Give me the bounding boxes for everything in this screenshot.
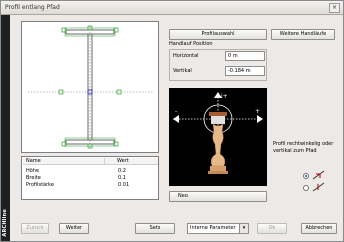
title-bar: Profil entlang Pfad × [1,1,343,15]
svg-text:-: - [175,108,177,115]
dropdown-selected-value: Interne Parameter [190,225,236,231]
orientation-label: Profil rechtwinkelig oder vertikal zum P… [273,141,334,154]
perpendicular-icon [312,170,326,182]
table-header-name[interactable]: Name [23,158,105,165]
horizontal-label: Horizontal [173,53,199,59]
profile-select-button[interactable]: Profilauswahl [169,29,267,40]
table-cell-name: Höhe [26,168,40,174]
rail-3d-preview[interactable]: i+ - + [169,88,267,186]
table-cell-value[interactable]: 0.2 [118,168,126,175]
vertical-label: Vertikal [173,68,192,74]
arrow-left-icon [173,115,179,123]
vertical-input[interactable]: -0.184 m [225,66,265,76]
orientation-option-1-radio[interactable] [303,173,309,179]
orientation-option-2-radio[interactable] [303,185,309,191]
brand-strip: ARCHline [1,15,10,241]
table-cell-name: Profilstärke [26,182,54,188]
ok-button[interactable]: Ok [257,223,287,234]
table-header-value[interactable]: Wert [105,158,158,165]
close-icon[interactable]: × [329,3,340,13]
parameter-table[interactable]: Name Wert Höhe 0.2 Breite 0.1 Profilstär… [21,156,159,200]
dialog-window: Profil entlang Pfad × ARCHline Name Wert… [0,0,344,242]
more-rails-button[interactable]: Weitere Handläufe [271,29,335,40]
caption-label: Neo [178,193,188,199]
handrail-position-label: Handlauf Position [169,41,213,47]
back-button[interactable]: Zurück [21,223,49,234]
svg-text:i+: i+ [221,93,228,100]
table-cell-name: Breite [26,175,41,181]
vertical-orientation-icon [312,182,326,194]
profile-drawing [28,25,154,149]
baluster-drawing: i+ - + [173,92,263,174]
svg-text:+: + [255,108,260,115]
table-cell-value[interactable]: 0.01 [118,182,129,189]
chevron-down-icon[interactable]: ▾ [239,224,248,233]
cancel-button[interactable]: Abbrechen [301,223,337,234]
next-button[interactable]: Weiter [59,223,89,234]
baluster-icon [208,112,228,174]
parameter-set-dropdown[interactable]: Interne Parameter ▾ [187,223,249,234]
table-cell-value[interactable]: 0.1 [118,175,126,182]
horizontal-input[interactable]: 0 m [225,51,265,61]
sets-button[interactable]: Sets [135,223,175,234]
window-title: Profil entlang Pfad [5,4,60,11]
profile-preview[interactable] [21,21,159,153]
arrow-right-icon [257,115,263,123]
brand-label: ARCHline [2,209,8,237]
caption-bar[interactable]: Neo [169,191,267,202]
